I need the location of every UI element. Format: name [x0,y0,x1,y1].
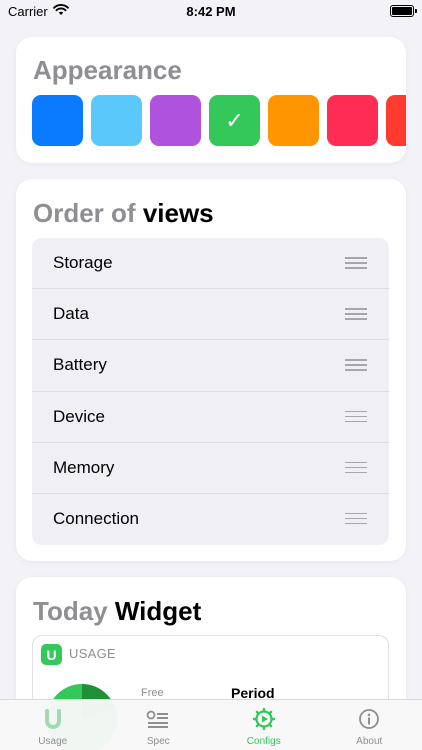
tab-spec[interactable]: Spec [106,700,212,750]
order-card: Order of views Storage Data Battery Devi… [16,179,406,561]
order-list: Storage Data Battery Device Memory Conne… [32,238,389,545]
checkmark-icon: ✓ [225,107,244,133]
color-swatch-red[interactable] [386,95,406,146]
tab-about[interactable]: About [317,700,422,750]
color-swatch-orange[interactable] [268,95,319,146]
order-title-dark: views [142,198,214,228]
order-item-label: Storage [53,253,113,272]
order-title: Order of views [33,198,214,229]
tab-usage[interactable]: Usage [0,700,106,750]
drag-handle-icon[interactable] [345,359,367,371]
widget-title-muted: Today [33,596,108,626]
tab-about-label: About [356,736,383,747]
configs-icon [211,708,317,730]
usage-app-icon: U [41,644,62,665]
tab-configs[interactable]: Configs [211,700,317,750]
drag-handle-icon[interactable] [345,257,367,269]
drag-handle-icon[interactable] [345,512,367,525]
spec-icon [106,708,212,730]
order-item-label: Memory [53,457,115,477]
status-time: 8:42 PM [186,4,236,19]
order-item-device[interactable]: Device [32,392,389,443]
order-item-data[interactable]: Data [32,289,389,341]
color-swatch-light-blue[interactable] [91,95,142,146]
about-icon [317,708,422,730]
color-swatch-purple[interactable] [150,95,201,146]
widget-usage-label: USAGE [69,646,117,661]
order-item-label: Device [53,406,105,426]
order-item-label: Data [53,304,89,324]
tab-spec-label: Spec [146,736,170,747]
usage-icon [0,708,106,730]
widget-free-label: Free [141,687,164,699]
battery-icon [390,5,417,17]
order-item-battery[interactable]: Battery [32,340,389,392]
color-swatch-green[interactable]: ✓ [209,95,260,146]
order-title-muted: Order of [33,198,136,228]
tab-configs-label: Configs [246,736,281,747]
tab-bar: Usage Spec Configs About [0,699,422,750]
widget-title: Today Widget [33,596,201,627]
tab-usage-label: Usage [38,736,68,747]
order-item-label: Battery [53,355,107,375]
order-item-connection[interactable]: Connection [32,494,389,545]
color-swatch-pink[interactable] [327,95,378,146]
drag-handle-icon[interactable] [345,461,367,474]
appearance-title: Appearance [33,55,182,85]
widget-title-dark: Widget [114,596,202,626]
order-item-memory[interactable]: Memory [32,443,389,494]
drag-handle-icon[interactable] [345,308,367,320]
appearance-card: Appearance ✓ [16,37,406,163]
order-item-label: Connection [53,508,140,528]
order-item-storage[interactable]: Storage [32,238,389,290]
drag-handle-icon[interactable] [345,410,367,423]
color-swatch-blue[interactable] [32,95,83,146]
color-swatches: ✓ [32,95,406,147]
status-bar: Carrier 8:42 PM [0,0,422,24]
